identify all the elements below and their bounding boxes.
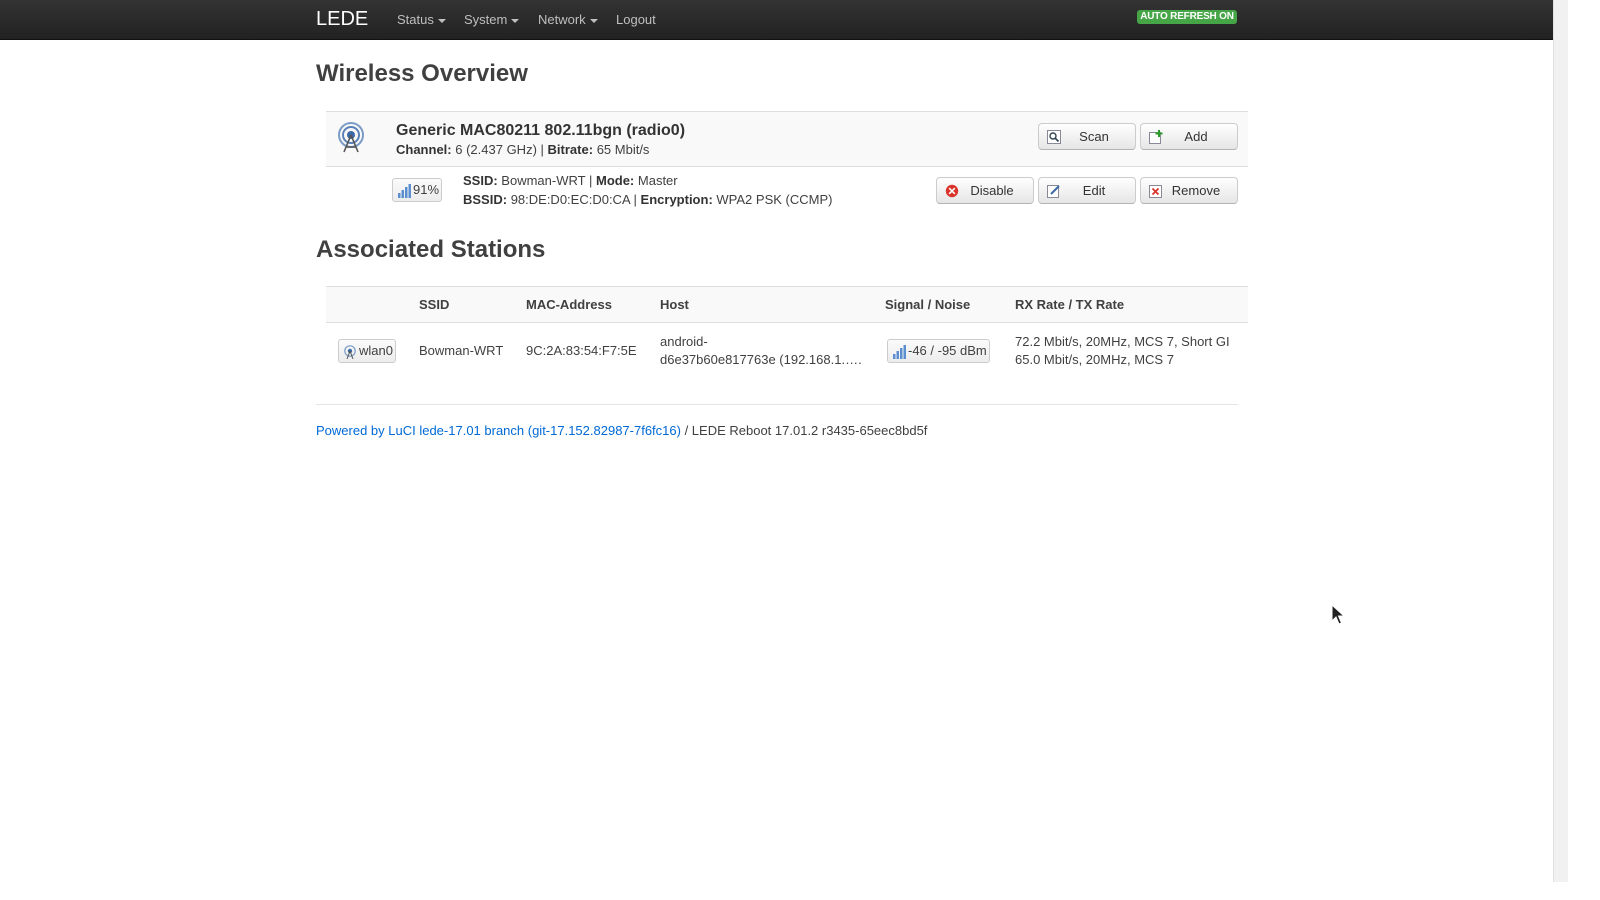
separator: | xyxy=(540,142,544,157)
col-ssid: SSID xyxy=(419,297,450,312)
remove-icon xyxy=(1149,185,1162,198)
encryption-label: Encryption: xyxy=(640,192,713,207)
radio-details: Channel: 6 (2.437 GHz) | Bitrate: 65 Mbi… xyxy=(396,142,649,157)
signal-bars-icon xyxy=(893,344,906,359)
interface-name: wlan0 xyxy=(359,343,393,358)
nav-network-label: Network xyxy=(538,12,586,27)
ssid-value: Bowman-WRT xyxy=(501,173,586,188)
disable-button[interactable]: Disable xyxy=(936,177,1034,204)
disable-icon xyxy=(945,184,959,198)
ssid-label: SSID: xyxy=(463,173,498,188)
separator: | xyxy=(633,192,637,207)
mode-label: Mode: xyxy=(595,173,635,188)
bitrate-label: Bitrate: xyxy=(547,142,594,157)
caret-down-icon xyxy=(589,18,598,23)
top-navbar: LEDE Status System Network Logout AUTO R… xyxy=(0,0,1553,40)
firmware-version: / LEDE Reboot 17.01.2 r3435-65eec8bd5f xyxy=(680,423,928,438)
vertical-scrollbar[interactable] xyxy=(1553,0,1568,882)
station-ssid: Bowman-WRT xyxy=(419,343,504,358)
bssid-label: BSSID: xyxy=(463,192,508,207)
col-signal-noise: Signal / Noise xyxy=(885,297,971,312)
channel-label: Channel: xyxy=(396,142,452,157)
signal-bars-icon xyxy=(398,183,411,198)
col-rx-tx-rate: RX Rate / TX Rate xyxy=(1015,297,1125,312)
nav-logout-link[interactable]: Logout xyxy=(616,12,656,27)
auto-refresh-toggle[interactable]: AUTO REFRESH ON xyxy=(1137,10,1237,24)
radio-device-row: Generic MAC80211 802.11bgn (radio0) Chan… xyxy=(326,111,1248,167)
wifi-radio-icon xyxy=(338,122,364,153)
interface-badge[interactable]: wlan0 xyxy=(338,339,396,363)
brand-logo[interactable]: LEDE xyxy=(316,8,368,31)
bottom-strip xyxy=(0,882,1600,900)
station-host-line1: android- xyxy=(660,334,708,349)
separator: | xyxy=(588,173,593,188)
edit-pencil-icon xyxy=(1047,185,1060,198)
signal-percent: 91% xyxy=(413,182,440,197)
station-tx-rate: 65.0 Mbit/s, 20MHz, MCS 7 xyxy=(1015,352,1174,367)
wireless-network-row: 91% SSID: Bowman-WRT | Mode: Master BSSI… xyxy=(326,167,1248,217)
wifi-radio-icon xyxy=(344,344,356,359)
scan-button[interactable]: Scan xyxy=(1038,123,1136,150)
caret-down-icon xyxy=(511,18,520,23)
disable-label: Disable xyxy=(970,183,1014,198)
magnifier-icon xyxy=(1047,130,1061,144)
nav-system-menu[interactable]: System xyxy=(464,12,520,27)
add-network-button[interactable]: Add xyxy=(1140,123,1238,150)
add-icon xyxy=(1149,130,1163,144)
luci-link[interactable]: Powered by LuCI lede-17.01 branch (git-1… xyxy=(316,423,681,438)
caret-down-icon xyxy=(437,18,446,23)
network-ssid-mode: SSID: Bowman-WRT | Mode: Master xyxy=(463,173,678,188)
nav-system-label: System xyxy=(464,12,508,27)
stations-table-header: SSID MAC-Address Host Signal / Noise RX … xyxy=(326,286,1248,323)
footer: Powered by LuCI lede-17.01 branch (git-1… xyxy=(316,423,927,438)
mode-value: Master xyxy=(637,173,678,188)
network-bssid-encryption: BSSID: 98:DE:D0:EC:D0:CA | Encryption: W… xyxy=(463,192,832,207)
channel-value: 6 (2.437 GHz) xyxy=(455,142,537,157)
station-rx-rate: 72.2 Mbit/s, 20MHz, MCS 7, Short GI xyxy=(1015,334,1230,349)
stations-title: Associated Stations xyxy=(316,236,546,263)
nav-status-label: Status xyxy=(397,12,434,27)
remove-label: Remove xyxy=(1171,183,1221,198)
nav-status-menu[interactable]: Status xyxy=(397,12,446,27)
col-mac-address: MAC-Address xyxy=(526,297,612,312)
bitrate-value: 65 Mbit/s xyxy=(596,142,650,157)
station-host-line2: d6e37b60e817763e (192.168.1.…. xyxy=(660,352,862,367)
footer-divider xyxy=(316,404,1238,405)
scan-label: Scan xyxy=(1079,129,1109,144)
signal-quality-badge: 91% xyxy=(392,178,442,202)
station-mac: 9C:2A:83:54:F7:5E xyxy=(526,343,637,358)
edit-button[interactable]: Edit xyxy=(1038,177,1136,204)
mouse-pointer-icon xyxy=(1331,604,1345,625)
page-title: Wireless Overview xyxy=(316,60,528,87)
remove-button[interactable]: Remove xyxy=(1140,177,1238,204)
table-row: wlan0 Bowman-WRT 9C:2A:83:54:F7:5E andro… xyxy=(326,323,1248,379)
signal-noise-badge: -46 / -95 dBm xyxy=(887,339,990,363)
nav-network-menu[interactable]: Network xyxy=(538,12,598,27)
add-label: Add xyxy=(1184,129,1208,144)
encryption-value: WPA2 PSK (CCMP) xyxy=(716,192,833,207)
signal-noise-value: -46 / -95 dBm xyxy=(908,343,987,358)
edit-label: Edit xyxy=(1082,183,1106,198)
radio-name: Generic MAC80211 802.11bgn (radio0) xyxy=(396,122,686,139)
col-host: Host xyxy=(660,297,689,312)
bssid-value: 98:DE:D0:EC:D0:CA xyxy=(510,192,630,207)
